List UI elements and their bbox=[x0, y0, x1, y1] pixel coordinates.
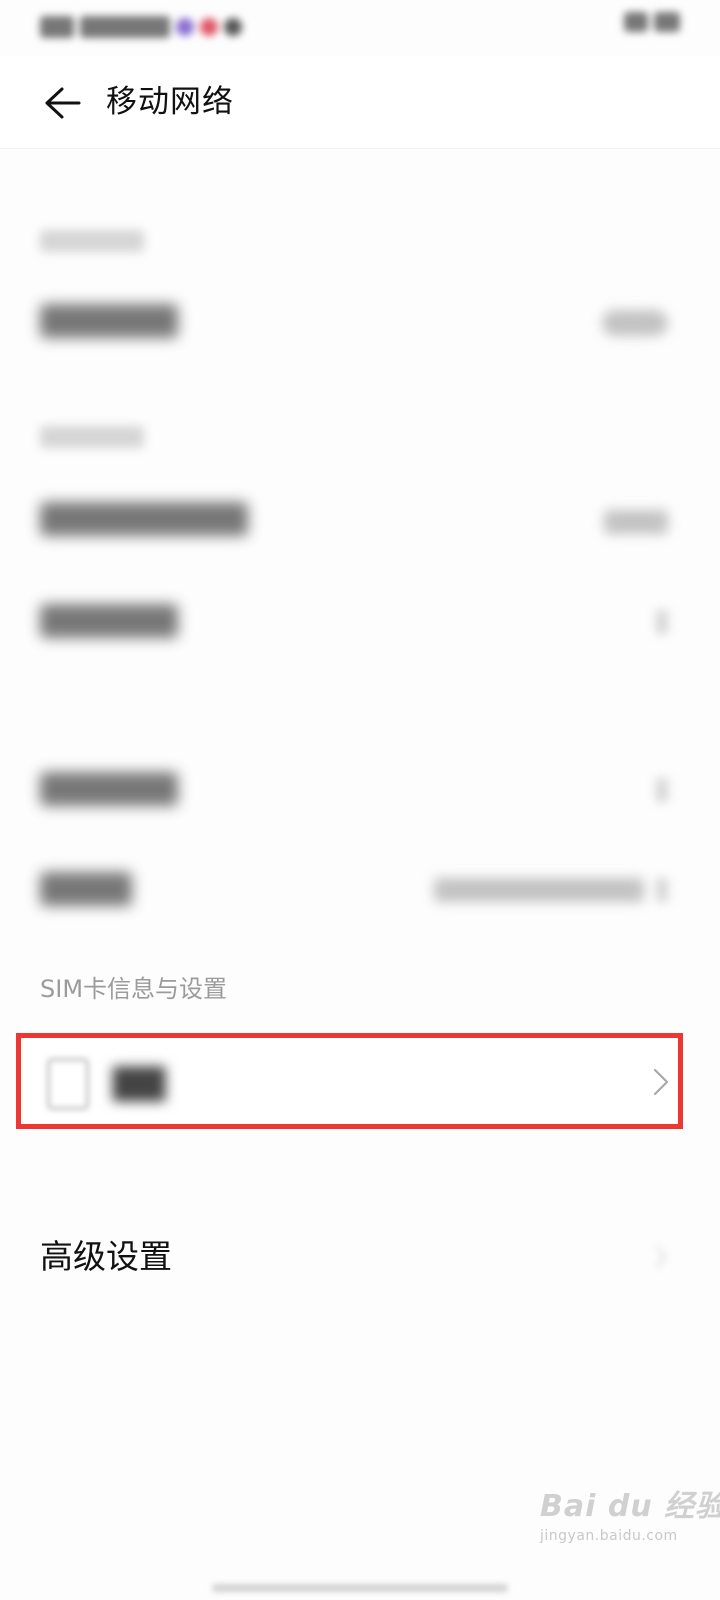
blurred-row-mobile-data[interactable] bbox=[40, 304, 178, 338]
notification-icon bbox=[224, 18, 242, 36]
signal-icon bbox=[624, 12, 648, 32]
chevron-right-icon bbox=[653, 1068, 669, 1096]
blurred-row-data-store[interactable] bbox=[40, 772, 178, 806]
page-title: 移动网络 bbox=[106, 84, 234, 120]
blurred-row-vsim[interactable] bbox=[40, 872, 132, 906]
blurred-section-label bbox=[40, 230, 144, 252]
back-button[interactable] bbox=[34, 78, 90, 128]
advanced-settings-label: 高级设置 bbox=[40, 1237, 172, 1276]
arrow-left-icon bbox=[45, 87, 81, 119]
watermark-logo: Bai du 经验 bbox=[540, 1489, 720, 1524]
battery-icon bbox=[654, 12, 680, 32]
blurred-settings-area bbox=[0, 150, 720, 950]
sim-card-row[interactable]: ▇▇ bbox=[16, 1033, 683, 1129]
blurred-row-usage[interactable] bbox=[40, 502, 248, 536]
chevron-right-icon bbox=[655, 1245, 667, 1269]
home-indicator[interactable] bbox=[212, 1584, 508, 1592]
status-bar bbox=[0, 0, 720, 56]
chevron-right-icon bbox=[656, 878, 668, 902]
chevron-right-icon bbox=[656, 778, 668, 802]
mobile-network-screen: 移动网络 SIM卡信息与设置 ▇▇ 高级设置 Bai du 经验 jingyan… bbox=[0, 0, 720, 1600]
status-blurred-block bbox=[40, 16, 74, 38]
sim-card-icon bbox=[47, 1058, 89, 1110]
blurred-section-label bbox=[40, 426, 144, 448]
blurred-row-data-management[interactable] bbox=[40, 604, 178, 638]
blurred-toggle[interactable] bbox=[602, 310, 668, 336]
chevron-right-icon bbox=[656, 610, 668, 634]
sim-section-label: SIM卡信息与设置 bbox=[40, 975, 228, 1003]
notification-icon bbox=[200, 18, 218, 36]
sim-carrier-name-blurred: ▇▇ bbox=[113, 1062, 166, 1102]
status-bar-left bbox=[40, 12, 242, 42]
status-bar-right bbox=[624, 12, 680, 32]
app-bar: 移动网络 bbox=[0, 56, 720, 149]
baidu-watermark: Bai du 经验 jingyan.baidu.com bbox=[540, 1488, 720, 1568]
watermark-site: jingyan.baidu.com bbox=[540, 1528, 678, 1544]
blurred-value bbox=[434, 878, 644, 902]
advanced-settings-row[interactable]: 高级设置 bbox=[0, 1210, 720, 1306]
notification-icon bbox=[176, 18, 194, 36]
status-blurred-block bbox=[80, 16, 170, 38]
blurred-value bbox=[604, 510, 668, 534]
